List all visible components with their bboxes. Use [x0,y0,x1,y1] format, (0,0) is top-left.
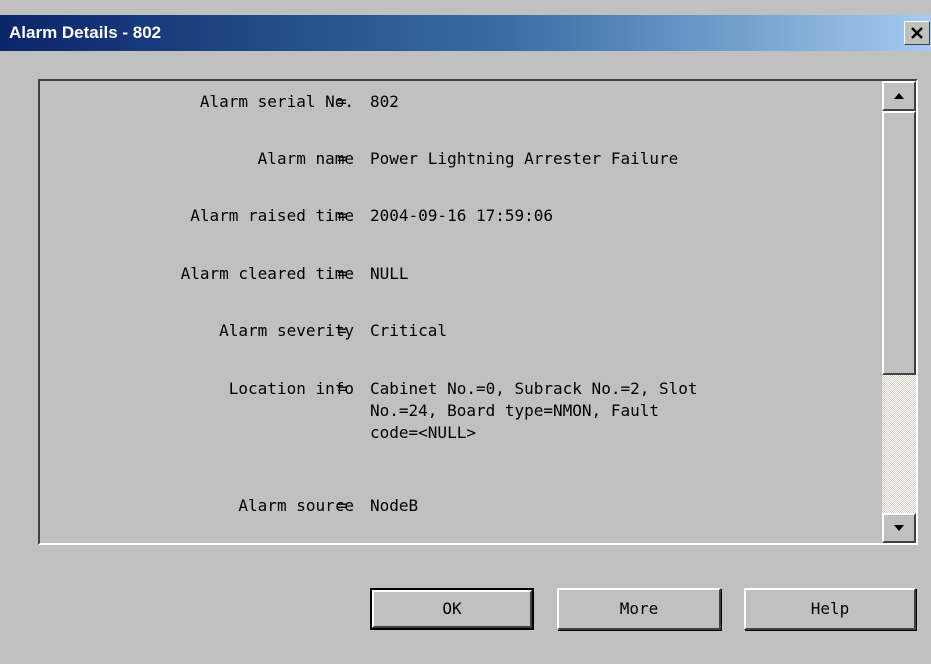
serial-label: Alarm serial No. [199,92,354,111]
raised-time-label: Alarm raised time [190,206,354,225]
cleared-time-value: NULL [370,264,409,283]
source-value: NodeB [370,496,419,515]
name-separator: = [337,149,347,168]
severity-value: Critical [370,321,448,340]
more-button[interactable]: More [557,588,721,630]
raised-time-separator: = [337,206,347,225]
raised-time-value: 2004-09-16 17:59:06 [370,206,554,225]
severity-separator: = [337,321,347,340]
arrow-up-icon [894,93,904,99]
close-icon [911,27,923,39]
alarm-details-panel: Alarm serial No. = 802 Alarm name = Powe… [38,79,918,545]
alarm-details-dialog: Alarm Details - 802 Alarm serial No. = 8… [0,0,931,664]
source-separator: = [337,496,347,515]
cleared-time-separator: = [337,264,347,283]
severity-label: Alarm severity [219,321,354,340]
help-button[interactable]: Help [744,588,916,630]
location-value: Cabinet No.=0, Subrack No.=2, Slot No.=2… [370,379,698,442]
location-separator: = [337,379,347,398]
serial-separator: = [337,92,347,111]
close-button[interactable] [904,21,930,45]
window-title: Alarm Details - 802 [9,23,162,42]
ok-button[interactable]: OK [370,588,534,630]
title-bar[interactable]: Alarm Details - 802 [0,15,931,51]
details-list: Alarm serial No. = 802 Alarm name = Powe… [40,81,882,543]
cleared-time-label: Alarm cleared time [180,264,354,283]
scroll-thumb[interactable] [882,111,916,375]
scroll-down-button[interactable] [882,513,916,543]
ok-button-label: OK [372,590,532,628]
scroll-up-button[interactable] [882,81,916,111]
serial-value: 802 [370,92,399,111]
arrow-down-icon [894,525,904,531]
vertical-scrollbar[interactable] [882,81,916,543]
name-value: Power Lightning Arrester Failure [370,149,679,168]
